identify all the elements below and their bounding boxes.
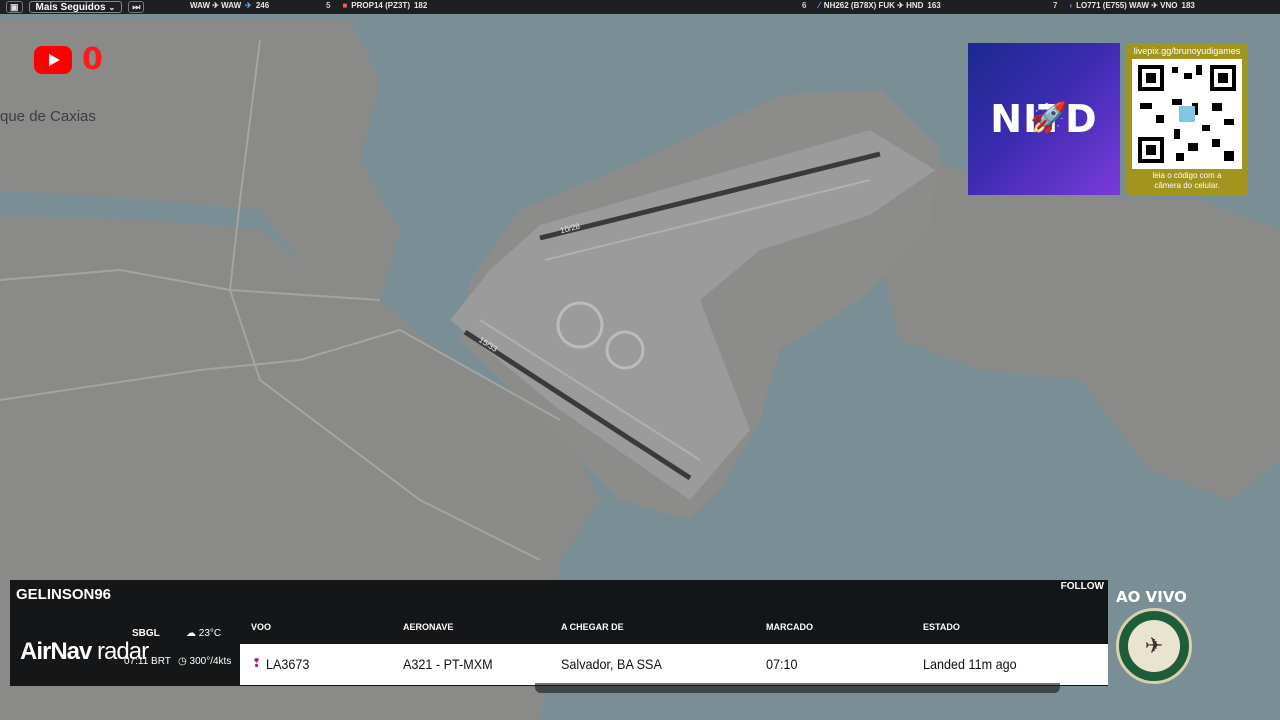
- wind-icon: ◷: [178, 656, 187, 667]
- status-value: Landed 11m ago: [923, 656, 1017, 672]
- origin-value: Salvador, BA SSA: [561, 656, 662, 672]
- rank: 5: [326, 1, 331, 10]
- followed-flight-item[interactable]: 5 ■ PROP14 (PZ3T) 182: [326, 1, 427, 10]
- flight-info-panel: GELINSON96 FOLLOW AirNav radar SBGL 07:1…: [10, 580, 1108, 686]
- qr-donation-box: livepix.gg/brunoyudigames leia o código …: [1126, 43, 1248, 195]
- airline-logo-icon: ■: [342, 1, 348, 10]
- youtube-widget: 0: [34, 42, 103, 77]
- route-text: WAW ✈ WAW: [190, 1, 242, 10]
- brand-name: AirNav: [20, 638, 92, 665]
- flight-number: LA3673: [266, 656, 310, 672]
- rank: 6: [802, 1, 807, 10]
- airport-code: SBGL: [132, 628, 160, 639]
- wind: ◷ 300°/4kts: [178, 656, 231, 667]
- top-bar: ▣ Mais Seguidos ⌄ ⏭ WAW ✈ WAW ✈ 246 5 ■ …: [0, 0, 1280, 14]
- skip-button[interactable]: ⏭: [128, 1, 145, 13]
- header-aircraft: AERONAVE: [403, 622, 454, 632]
- followed-flight-item[interactable]: WAW ✈ WAW ✈ 246: [190, 1, 269, 10]
- flight-text: PROP14 (PZ3T): [351, 1, 410, 10]
- header-scheduled: MARCADO: [766, 622, 813, 632]
- chevron-down-icon: ⌄: [108, 2, 116, 12]
- temperature-value: 23°C: [198, 628, 222, 639]
- plane-icon: ✈: [245, 1, 252, 10]
- flight-row[interactable]: ❢ LA3673 A321 - PT-MXM Salvador, BA SSA …: [240, 644, 1108, 685]
- qr-caption: leia o código com a câmera do celular.: [1126, 171, 1248, 191]
- rocket-icon: 🚀: [1030, 102, 1068, 135]
- flight-text: LO771 (E755) WAW ✈ VNO: [1076, 1, 1178, 10]
- qr-caption-line: leia o código com a: [1152, 171, 1222, 180]
- layers-button[interactable]: ▣: [6, 1, 23, 13]
- bottom-menu: [535, 683, 1060, 693]
- flight-text: NH262 (B78X) FUK ✈ HND: [823, 1, 924, 10]
- qr-code-icon: [1132, 59, 1242, 169]
- most-followed-dropdown[interactable]: Mais Seguidos ⌄: [28, 1, 123, 13]
- skip-forward-icon: ⏭: [132, 1, 141, 12]
- followed-flight-item[interactable]: 6 ⁄ NH262 (B78X) FUK ✈ HND 163: [802, 1, 941, 10]
- follow-button[interactable]: FOLLOW: [1061, 581, 1104, 592]
- dropdown-label: Mais Seguidos: [35, 1, 106, 13]
- count: 163: [927, 1, 941, 10]
- count: 182: [413, 1, 428, 10]
- airplane-badge-icon: ✈: [1128, 620, 1180, 672]
- count: 183: [1181, 1, 1195, 10]
- subscriber-count: 0: [82, 42, 103, 77]
- airline-icon: ❢: [252, 656, 262, 670]
- youtube-icon: [34, 45, 72, 74]
- header-status: ESTADO: [923, 622, 960, 632]
- airline-logo-icon: ‹: [1069, 1, 1073, 10]
- local-time: 07:11 BRT: [124, 656, 171, 667]
- aircraft-value: A321 - PT-MXM: [403, 656, 493, 672]
- wind-value: 300°/4kts: [189, 656, 232, 667]
- header-from: A CHEGAR DE: [561, 622, 624, 632]
- count: 246: [255, 1, 270, 10]
- followed-flight-item[interactable]: 7 ‹ LO771 (E755) WAW ✈ VNO 183: [1053, 1, 1195, 10]
- cloud-icon: ☁: [186, 628, 196, 639]
- rank: 7: [1053, 1, 1058, 10]
- place-label: que de Caxias: [0, 108, 96, 125]
- live-label: AO VIVO: [1116, 588, 1187, 606]
- temperature: ☁ 23°C: [186, 628, 221, 639]
- sponsor-logo: 🚀 NITD: [968, 43, 1120, 195]
- username: GELINSON96: [16, 586, 112, 603]
- qr-url: livepix.gg/brunoyudigames: [1133, 46, 1241, 56]
- qr-caption-line: câmera do celular.: [1154, 181, 1220, 190]
- layers-icon: ▣: [10, 1, 19, 12]
- airline-logo-icon: ⁄: [818, 1, 820, 10]
- scheduled-value: 07:10: [766, 656, 798, 672]
- header-flight: VOO: [251, 622, 272, 632]
- channel-badge: ✈: [1116, 608, 1192, 684]
